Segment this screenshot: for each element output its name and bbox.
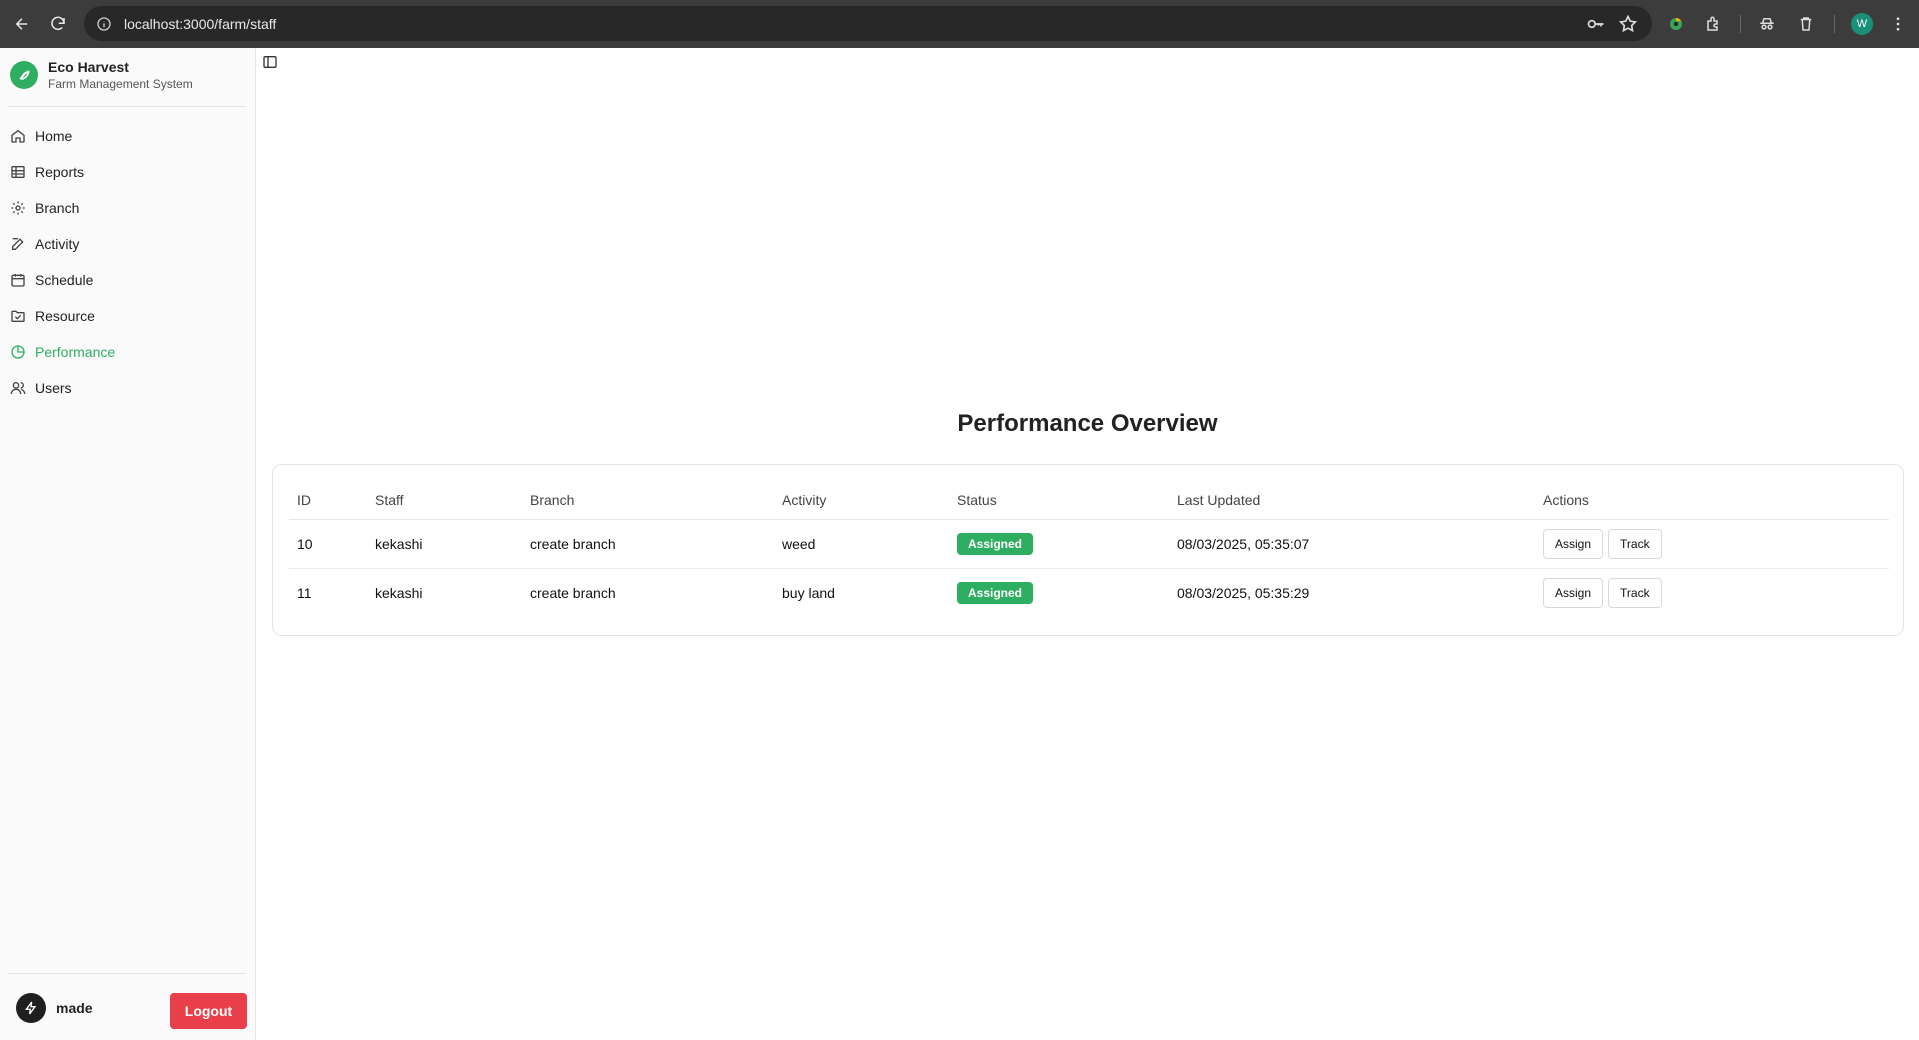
cell-id: 10 [289,519,367,569]
cell-actions: Assign Track [1535,568,1889,617]
gear-icon [11,201,25,215]
performance-table: ID Staff Branch Activity Status Last Upd… [289,481,1889,617]
cell-id: 11 [297,584,312,601]
cell-staff: kekashi [367,519,522,569]
performance-table-card: ID Staff Branch Activity Status Last Upd… [272,464,1904,636]
sidebar-item-label: Schedule [35,272,94,288]
divider [8,106,246,107]
site-info-icon[interactable] [94,14,114,34]
cell-branch: create branch [530,584,616,601]
cell-activity: weed [774,519,949,569]
table-row[interactable]: 11 kekashi create branch buy land Assign… [289,568,1889,617]
cell-status: Assigned [949,568,1169,617]
divider [8,973,246,974]
lightning-icon [25,1001,37,1015]
cell-actions: Assign Track [1535,519,1889,569]
toolbar-separator [1834,15,1835,33]
toolbar-separator [1740,15,1741,33]
avatar[interactable] [16,993,46,1023]
sidebar-item-label: Reports [35,164,85,180]
sidebar-item-home[interactable]: Home [8,118,248,154]
column-header-id[interactable]: ID [289,481,367,520]
sidebar-item-label: Home [35,128,73,144]
profile-avatar[interactable]: W [1851,13,1873,35]
cell-staff: kekashi [375,584,423,601]
sidebar: Eco Harvest Farm Management System Home … [0,48,256,1040]
cell-status: Assigned [949,519,1169,569]
assign-button[interactable]: Assign [1543,528,1604,559]
sidebar-item-schedule[interactable]: Schedule [8,262,248,298]
status-badge: Assigned [957,581,1034,604]
column-header-activity[interactable]: Activity [774,481,949,520]
track-button[interactable]: Track [1608,528,1662,559]
edit-icon [12,238,24,250]
cell-last-updated: 08/03/2025, 05:35:29 [1177,584,1310,601]
cell-activity: buy land [782,584,835,601]
pie-chart-icon [11,345,25,359]
sidebar-item-label: Performance [35,344,116,360]
sidebar-item-label: Activity [35,236,80,252]
password-key-icon[interactable] [1586,14,1606,34]
column-header-actions: Actions [1535,481,1889,520]
brand-subtitle: Farm Management System [48,77,193,91]
user-info: made [16,993,93,1023]
sidebar-item-label: Resource [35,308,95,324]
incognito-icon[interactable] [1756,13,1778,35]
sidebar-item-branch[interactable]: Branch [8,190,248,226]
address-bar[interactable]: localhost:3000/farm/staff [84,6,1652,41]
status-badge: Assigned [957,532,1034,555]
sidebar-item-label: Users [35,380,72,396]
column-header-staff[interactable]: Staff [367,481,522,520]
cell-branch: create branch [522,519,774,569]
calendar-icon [11,274,25,287]
leaf-logo-icon [10,61,38,89]
folder-icon [11,310,25,322]
menu-dots-icon[interactable] [1887,13,1909,35]
column-header-branch[interactable]: Branch [522,481,774,520]
sidebar-item-performance[interactable]: Performance [8,334,248,370]
column-header-last-updated[interactable]: Last Updated [1169,481,1535,520]
page-title: Performance Overview [957,410,1218,437]
browser-toolbar: localhost:3000/farm/staff W [0,0,1919,48]
url-text[interactable]: localhost:3000/farm/staff [124,16,276,32]
back-icon[interactable] [4,6,40,42]
logout-button[interactable]: Logout [170,993,247,1029]
sidebar-nav: Home Reports Branch Activity Schedule Re… [8,118,248,406]
extension-color-icon[interactable] [1665,13,1687,35]
assign-button[interactable]: Assign [1543,577,1604,608]
sidebar-item-activity[interactable]: Activity [8,226,248,262]
sidebar-item-resource[interactable]: Resource [8,298,248,334]
user-name: made [56,1000,93,1016]
brand-title: Eco Harvest [48,59,129,75]
sidebar-item-users[interactable]: Users [8,370,248,406]
sidebar-item-label: Branch [35,200,80,216]
users-icon [10,382,26,395]
cell-last-updated: 08/03/2025, 05:35:07 [1169,519,1535,569]
trash-icon[interactable] [1795,13,1817,35]
extensions-puzzle-icon[interactable] [1703,13,1725,35]
track-button[interactable]: Track [1608,577,1662,608]
column-header-status[interactable]: Status [949,481,1169,520]
brand[interactable]: Eco Harvest Farm Management System [10,58,193,92]
bookmark-star-icon[interactable] [1618,14,1638,34]
sidebar-toggle-icon[interactable] [262,54,278,70]
sidebar-item-reports[interactable]: Reports [8,154,248,190]
table-row[interactable]: 10 kekashi create branch weed Assigned 0… [289,519,1889,569]
reload-icon[interactable] [40,6,76,42]
home-icon [11,129,25,143]
table-header-row: ID Staff Branch Activity Status Last Upd… [289,481,1889,520]
table-icon [11,166,25,178]
